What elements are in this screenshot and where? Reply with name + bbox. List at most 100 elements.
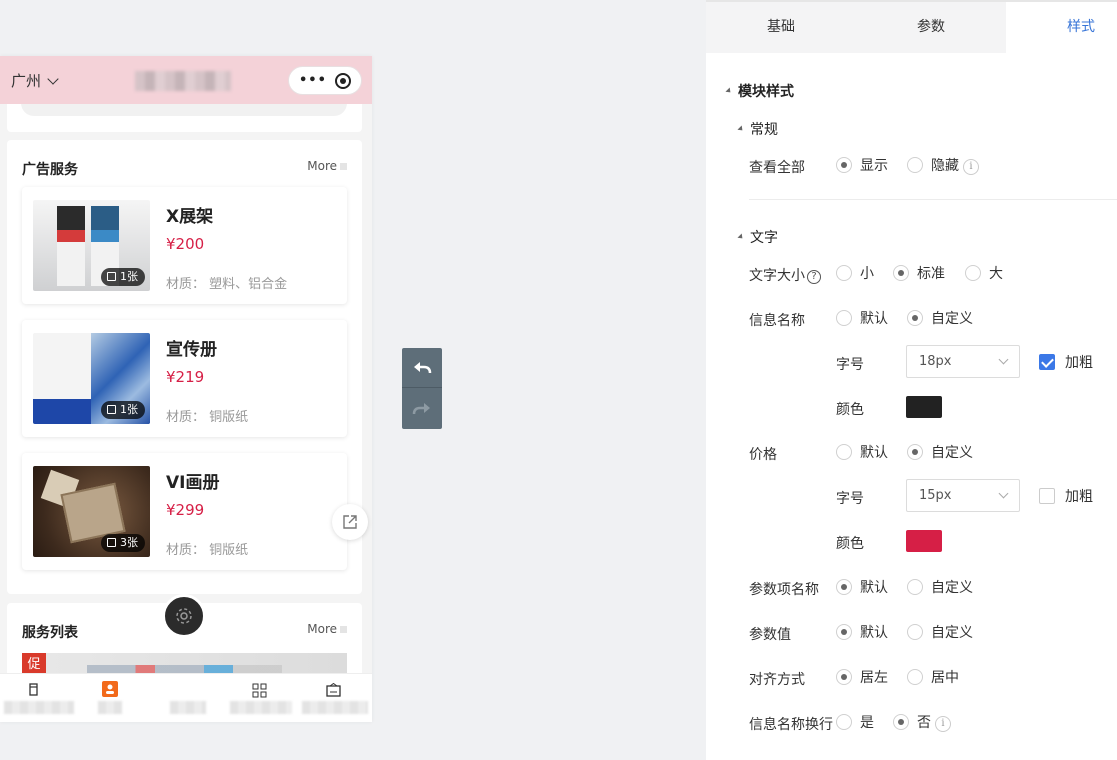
tab-item[interactable] <box>74 674 148 722</box>
info-name-bold-checkbox[interactable]: 加粗 <box>1039 354 1093 372</box>
profile-card-icon <box>326 683 341 697</box>
radio-dot <box>907 624 923 640</box>
radio-dot <box>836 624 852 640</box>
info-icon[interactable]: i <box>963 159 979 175</box>
section-title: 服务列表 <box>22 625 78 641</box>
align-left-radio[interactable]: 居左 <box>836 669 888 687</box>
collapse-triangle-icon <box>737 233 745 241</box>
mini-program-capsule[interactable]: ••• <box>288 66 362 95</box>
city-selector[interactable]: 广州 <box>11 70 59 91</box>
tab-item[interactable] <box>296 674 370 722</box>
radio-label: 是 <box>860 715 874 731</box>
view-all-show-radio[interactable]: 显示 <box>836 157 888 175</box>
product-image: 1张 <box>33 200 150 291</box>
radio-label: 大 <box>989 266 1003 282</box>
bottom-tab-bar <box>0 673 372 722</box>
share-icon <box>343 515 357 529</box>
radio-dot <box>836 669 852 685</box>
product-card[interactable]: 1张 X展架 ¥200 材质： 塑料、铝合金 <box>22 187 347 304</box>
info-name-default-radio[interactable]: 默认 <box>836 310 888 328</box>
divider <box>749 199 1117 200</box>
more-dots-icon[interactable]: ••• <box>299 73 327 88</box>
name-wrap-yes-radio[interactable]: 是 <box>836 714 874 732</box>
module-style-header[interactable]: 模块样式 <box>725 81 794 101</box>
help-icon[interactable]: ? <box>807 270 821 284</box>
settings-panel: 基础 参数 样式 模块样式 常规 查看全部 显示 隐藏 i 文字 文字大小? 小 … <box>706 0 1117 760</box>
info-name-custom-radio[interactable]: 自定义 <box>907 310 973 328</box>
param-name-default-radio[interactable]: 默认 <box>836 579 888 597</box>
radio-dot <box>836 265 852 281</box>
price-bold-checkbox[interactable]: 加粗 <box>1039 488 1093 506</box>
product-image: 3张 <box>33 466 150 557</box>
text-size-small-radio[interactable]: 小 <box>836 265 874 283</box>
collapse-triangle-icon <box>737 125 745 133</box>
gallery-icon <box>107 272 116 281</box>
store-icon <box>29 683 38 696</box>
text-size-standard-radio[interactable]: 标准 <box>893 265 945 283</box>
radio-dot <box>836 157 852 173</box>
info-name-size-label: 字号 <box>836 357 864 373</box>
settings-button[interactable] <box>162 594 206 638</box>
param-name-custom-radio[interactable]: 自定义 <box>907 579 973 597</box>
radio-dot <box>836 714 852 730</box>
redo-button[interactable] <box>402 389 442 429</box>
product-material: 材质： 铜版纸 <box>166 410 249 425</box>
price-color-swatch[interactable] <box>906 530 942 552</box>
tab-style[interactable]: 样式 <box>1006 2 1117 53</box>
tab-item[interactable] <box>222 674 296 722</box>
radio-label: 自定义 <box>931 311 973 327</box>
radio-label: 自定义 <box>931 580 973 596</box>
radio-label: 默认 <box>860 311 888 327</box>
image-count-badge: 1张 <box>101 268 145 286</box>
product-image: 1张 <box>33 333 150 424</box>
text-header[interactable]: 文字 <box>737 227 778 247</box>
radio-dot <box>907 669 923 685</box>
radio-dot <box>836 579 852 595</box>
chevron-down-icon <box>998 488 1009 499</box>
tab-item[interactable] <box>0 674 74 722</box>
align-center-radio[interactable]: 居中 <box>907 669 959 687</box>
info-icon[interactable]: i <box>935 716 951 732</box>
product-card[interactable]: 1张 宣传册 ¥219 材质： 铜版纸 <box>22 320 347 437</box>
radio-dot <box>965 265 981 281</box>
product-price: ¥219 <box>166 368 205 386</box>
info-name-size-select[interactable]: 18px <box>906 345 1020 378</box>
text-size-large-radio[interactable]: 大 <box>965 265 1003 283</box>
checkbox-label: 加粗 <box>1065 489 1093 505</box>
radio-dot <box>907 579 923 595</box>
product-material: 材质： 塑料、铝合金 <box>166 277 288 292</box>
gallery-icon <box>107 405 116 414</box>
more-link[interactable]: More <box>307 159 347 173</box>
text-size-label: 文字大小? <box>749 265 821 285</box>
product-card[interactable]: 3张 VI画册 ¥299 材质： 铜版纸 <box>22 453 347 570</box>
radio-label: 默认 <box>860 625 888 641</box>
view-all-hide-radio[interactable]: 隐藏 i <box>907 157 979 175</box>
undo-button[interactable] <box>402 348 442 388</box>
chevron-down-icon <box>998 354 1009 365</box>
user-icon <box>102 681 118 697</box>
gallery-icon <box>107 538 116 547</box>
product-price: ¥200 <box>166 235 205 253</box>
radio-dot <box>836 310 852 326</box>
info-name-color-swatch[interactable] <box>906 396 942 418</box>
tab-item[interactable] <box>148 674 222 722</box>
info-name-color-label: 颜色 <box>836 402 864 418</box>
align-label: 对齐方式 <box>749 672 805 688</box>
tab-params[interactable]: 参数 <box>856 2 1006 53</box>
checkbox-label: 加粗 <box>1065 355 1093 371</box>
product-material: 材质： 铜版纸 <box>166 543 249 558</box>
share-button[interactable] <box>332 504 368 540</box>
tab-basic[interactable]: 基础 <box>706 2 856 53</box>
price-size-select[interactable]: 15px <box>906 479 1020 512</box>
more-link[interactable]: More <box>307 622 347 636</box>
history-controls <box>402 348 442 429</box>
close-target-icon[interactable] <box>335 73 351 89</box>
param-value-default-radio[interactable]: 默认 <box>836 624 888 642</box>
param-value-custom-radio[interactable]: 自定义 <box>907 624 973 642</box>
price-custom-radio[interactable]: 自定义 <box>907 444 973 462</box>
price-default-radio[interactable]: 默认 <box>836 444 888 462</box>
radio-label: 默认 <box>860 445 888 461</box>
general-header[interactable]: 常规 <box>737 119 778 139</box>
grid-icon <box>252 683 267 698</box>
name-wrap-no-radio[interactable]: 否i <box>893 714 951 732</box>
